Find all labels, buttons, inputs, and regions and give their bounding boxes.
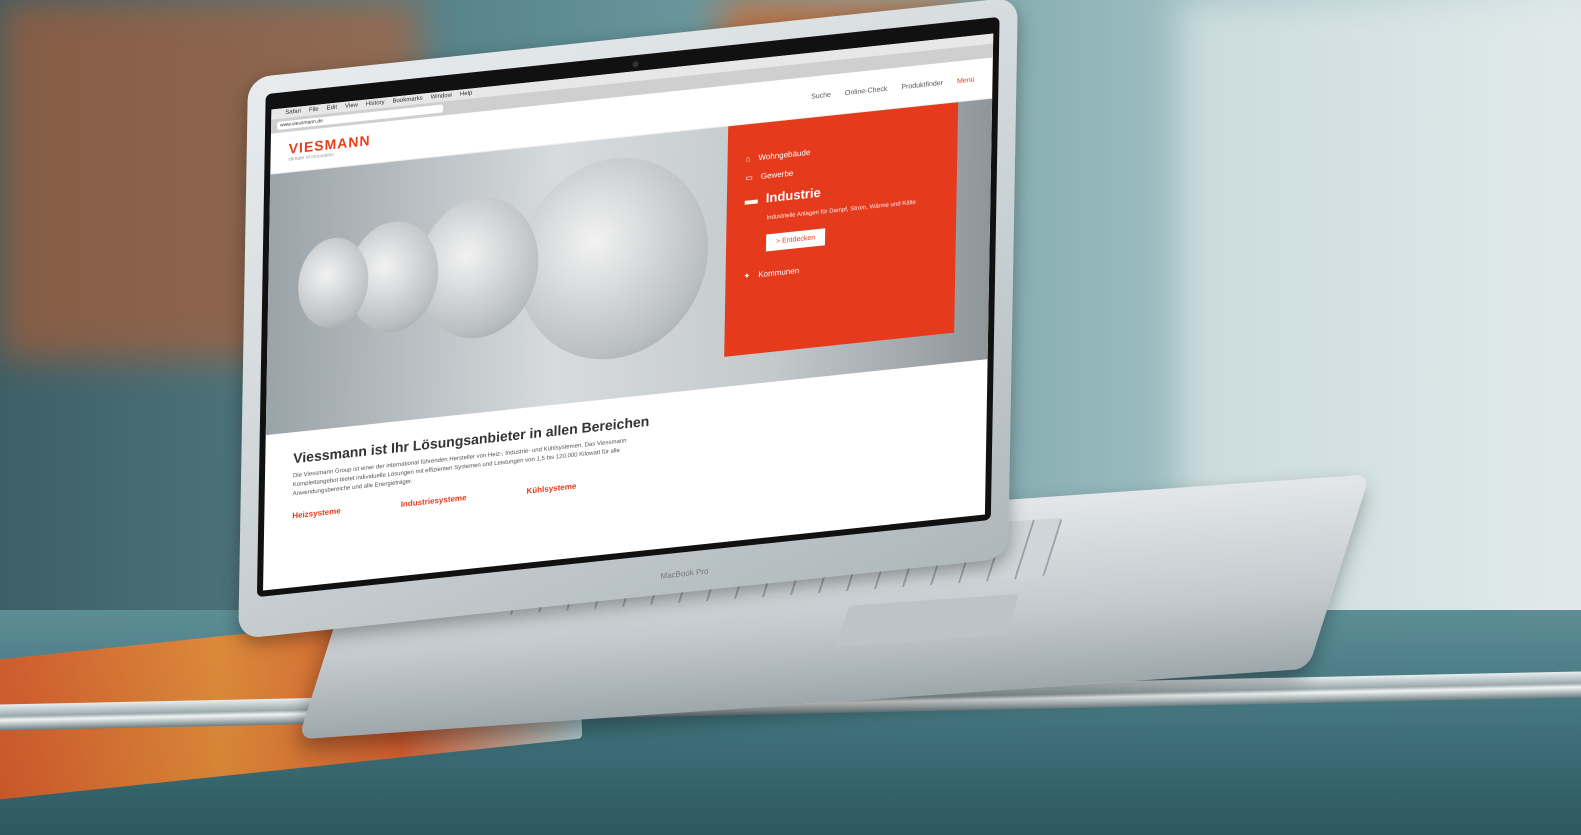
factory-icon: ▬ [744,191,759,208]
camera-icon [632,60,639,68]
discover-button: > Entdecken [765,228,826,252]
panel-item-label: Industrie [765,184,821,206]
screen: Safari File Edit View History Bookmarks … [263,33,994,591]
laptop-brand-label: MacBook Pro [660,566,709,581]
menu-window: Window [430,92,452,101]
column-heating: Heizsysteme [292,506,341,521]
site-logo: VIESMANN climate of innovation [288,132,370,163]
trackpad [836,593,1020,647]
column-cooling: Kühlsysteme [526,481,577,496]
nav-online-check: Online-Check [844,85,888,97]
menu-history: History [365,99,385,108]
building-icon: ▭ [745,172,753,183]
screen-bezel: Safari File Edit View History Bookmarks … [256,16,1000,598]
boiler [516,148,710,369]
menu-view: View [344,102,358,110]
panel-item-label: Kommunen [758,265,800,280]
menu-file: File [308,106,319,114]
site-nav: Suche Online-Check Produktfinder Menü [811,76,975,100]
panel-item-label: Wohngebäude [758,147,811,163]
laptop-lid: Safari File Edit View History Bookmarks … [238,0,1018,640]
menu-safari: Safari [285,108,302,117]
panel-item-label: Gewerbe [760,168,794,182]
nav-search: Suche [811,91,832,101]
network-icon: ✦ [743,271,751,281]
nav-menu: Menü [956,75,975,85]
menu-help: Help [459,90,473,98]
column-industry: Industriesysteme [400,493,467,509]
category-panel: ⌂ Wohngebäude ▭ Gewerbe ▬ Industrie Industr… [724,102,959,357]
house-icon: ⌂ [745,154,751,164]
nav-product-finder: Produktfinder [901,79,944,91]
menu-edit: Edit [326,104,338,112]
laptop: Safari File Edit View History Bookmarks … [0,0,1581,835]
panel-item-municipal: ✦ Kommunen [743,251,937,281]
